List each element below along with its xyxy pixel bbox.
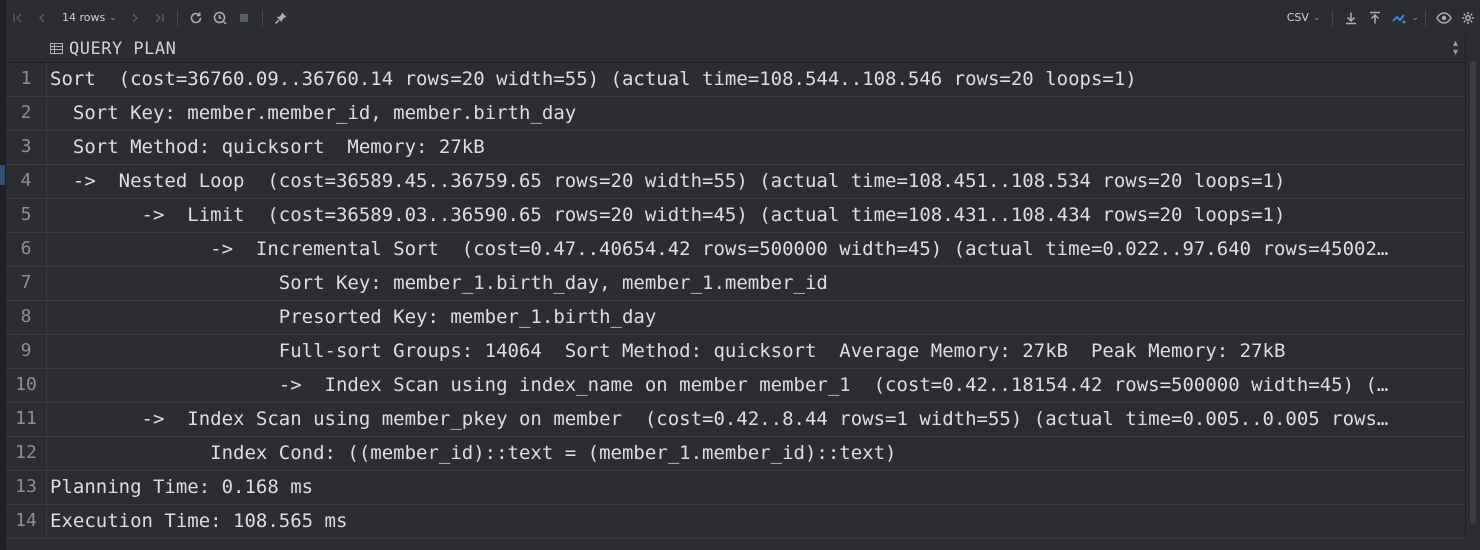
- query-plan-cell[interactable]: Presorted Key: member_1.birth_day: [47, 300, 1460, 334]
- row-count-dropdown[interactable]: 14 rows ⌄: [62, 11, 117, 24]
- next-page-icon[interactable]: [125, 8, 145, 28]
- history-icon[interactable]: [210, 8, 230, 28]
- last-page-icon[interactable]: [149, 8, 169, 28]
- table-row[interactable]: 7 Sort Key: member_1.birth_day, member_1…: [6, 266, 1466, 301]
- row-number[interactable]: 12: [6, 436, 47, 470]
- row-number[interactable]: 8: [6, 300, 47, 334]
- stop-icon[interactable]: [234, 8, 254, 28]
- query-plan-cell[interactable]: -> Incremental Sort (cost=0.47..40654.42…: [47, 232, 1460, 266]
- export-format-label: CSV: [1286, 11, 1309, 24]
- query-plan-cell[interactable]: -> Index Scan using member_pkey on membe…: [47, 402, 1460, 436]
- view-icon[interactable]: [1434, 8, 1454, 28]
- row-number[interactable]: 3: [6, 130, 47, 164]
- query-plan-cell[interactable]: Sort Key: member_1.birth_day, member_1.m…: [47, 266, 1460, 300]
- row-number[interactable]: 14: [6, 504, 47, 538]
- compare-icon[interactable]: [1389, 8, 1409, 28]
- settings-icon[interactable]: [1458, 8, 1478, 28]
- table-row[interactable]: 1 Sort (cost=36760.09..36760.14 rows=20 w…: [6, 62, 1466, 97]
- query-plan-cell[interactable]: Planning Time: 0.168 ms: [47, 470, 1460, 504]
- table-row[interactable]: 9 Full-sort Groups: 14064 Sort Method: q…: [6, 334, 1466, 369]
- table-row[interactable]: 6 -> Incremental Sort (cost=0.47..40654.…: [6, 232, 1466, 267]
- toolbar-divider: [261, 9, 263, 26]
- row-number[interactable]: 7: [6, 266, 47, 300]
- table-row[interactable]: 11 -> Index Scan using member_pkey on me…: [6, 402, 1466, 437]
- query-plan-cell[interactable]: -> Nested Loop (cost=36589.45..36759.65 …: [47, 164, 1460, 198]
- upload-icon[interactable]: [1365, 8, 1385, 28]
- query-plan-cell[interactable]: Full-sort Groups: 14064 Sort Method: qui…: [47, 334, 1460, 368]
- row-number[interactable]: 5: [6, 198, 47, 232]
- table-row[interactable]: 13 Planning Time: 0.168 ms: [6, 470, 1466, 505]
- table-row[interactable]: 8 Presorted Key: member_1.birth_day: [6, 300, 1466, 335]
- query-plan-cell[interactable]: -> Limit (cost=36589.03..36590.65 rows=2…: [47, 198, 1460, 232]
- results-grid: 1 Sort (cost=36760.09..36760.14 rows=20 w…: [6, 62, 1466, 548]
- table-icon: [50, 43, 64, 55]
- scrollbar-thumb[interactable]: [1470, 61, 1476, 524]
- vertical-scrollbar[interactable]: [1465, 35, 1480, 550]
- toolbar-divider: [1425, 9, 1426, 26]
- pin-icon[interactable]: [271, 8, 291, 28]
- row-number[interactable]: 1: [6, 62, 47, 96]
- query-plan-cell[interactable]: Sort (cost=36760.09..36760.14 rows=20 wi…: [47, 62, 1460, 96]
- horizontal-scrollbar[interactable]: [6, 540, 1466, 550]
- row-number[interactable]: 4: [6, 164, 47, 198]
- column-header-query-plan[interactable]: QUERY PLAN: [69, 39, 176, 59]
- query-plan-cell[interactable]: -> Index Scan using index_name on member…: [47, 368, 1460, 402]
- table-row[interactable]: 4 -> Nested Loop (cost=36589.45..36759.6…: [6, 164, 1466, 199]
- table-row[interactable]: 12 Index Cond: ((member_id)::text = (mem…: [6, 436, 1466, 471]
- chevron-down-icon[interactable]: ⌄: [1411, 13, 1419, 23]
- row-number[interactable]: 13: [6, 470, 47, 504]
- row-number[interactable]: 11: [6, 402, 47, 436]
- chevron-down-icon: ⌄: [109, 12, 117, 23]
- table-row[interactable]: 2 Sort Key: member.member_id, member.bir…: [6, 96, 1466, 131]
- table-row[interactable]: 5 -> Limit (cost=36589.03..36590.65 rows…: [6, 198, 1466, 233]
- download-icon[interactable]: [1341, 8, 1361, 28]
- sort-toggle-icon[interactable]: ▴ ▾: [1453, 39, 1458, 58]
- query-plan-cell[interactable]: Index Cond: ((member_id)::text = (member…: [47, 436, 1460, 470]
- query-plan-cell[interactable]: Execution Time: 108.565 ms: [47, 504, 1460, 538]
- table-row[interactable]: 14 Execution Time: 108.565 ms: [6, 504, 1466, 539]
- query-plan-cell[interactable]: Sort Key: member.member_id, member.birth…: [47, 96, 1460, 130]
- first-page-icon[interactable]: [8, 8, 28, 28]
- toolbar-divider: [176, 9, 178, 26]
- toolbar-divider: [1332, 9, 1334, 26]
- row-number[interactable]: 2: [6, 96, 47, 130]
- refresh-icon[interactable]: [186, 8, 206, 28]
- table-row[interactable]: 10 -> Index Scan using index_name on mem…: [6, 368, 1466, 403]
- row-count-label: 14 rows: [62, 11, 106, 24]
- gutter-selection-marker: [0, 165, 5, 185]
- column-header-row: QUERY PLAN ▴ ▾: [6, 35, 1466, 63]
- table-row[interactable]: 3 Sort Method: quicksort Memory: 27kB: [6, 130, 1466, 165]
- chevron-down-icon: ⌄: [1312, 12, 1321, 23]
- row-number[interactable]: 6: [6, 232, 47, 266]
- query-plan-cell[interactable]: Sort Method: quicksort Memory: 27kB: [47, 130, 1460, 164]
- row-number[interactable]: 10: [6, 368, 47, 402]
- prev-page-icon[interactable]: [32, 8, 52, 28]
- export-format-dropdown[interactable]: CSV ⌄: [1287, 11, 1321, 24]
- results-toolbar: 14 rows ⌄ CSV ⌄ ⌄: [6, 0, 1480, 36]
- row-number[interactable]: 9: [6, 334, 47, 368]
